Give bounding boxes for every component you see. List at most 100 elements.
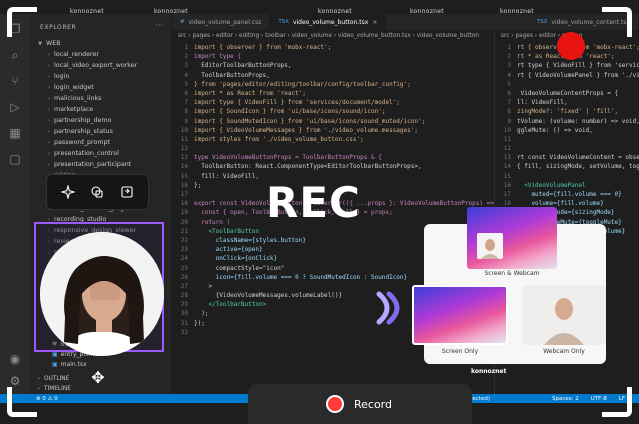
line-text: ggleMute: () => void, <box>517 126 593 134</box>
code-line: 12 <box>495 145 639 154</box>
watermark: konnoznet <box>410 8 444 15</box>
shape-switch-icon[interactable] <box>86 181 108 203</box>
chevron-down-icon: ▼ <box>38 40 42 47</box>
webcam-thumb <box>477 233 503 259</box>
line-text: type VideoVolumeButtonProps = ToolbarBut… <box>194 154 382 162</box>
settings-gear-icon[interactable]: ⚙ <box>8 374 22 388</box>
mode-screen-only[interactable] <box>412 285 508 345</box>
sparkle-effects-icon[interactable] <box>57 181 79 203</box>
code-line: 13 rt const VideoVolumeContent = obser <box>495 154 639 163</box>
code-line: 8 zingMode?: 'fixed' | 'fill', <box>495 108 639 117</box>
capture-corner-top-left <box>7 7 37 37</box>
move-handle-icon[interactable]: ✥ <box>89 369 107 387</box>
line-text: EditorToolbarButtonProps, <box>194 62 292 70</box>
tree-folder[interactable]: › partnership_demo <box>30 115 172 126</box>
line-number: 24 <box>180 255 188 263</box>
line-number: 25 <box>180 264 188 272</box>
tree-folder[interactable]: › local_renderer <box>30 49 172 60</box>
tree-folder-label: local_video_export_worker <box>54 62 138 69</box>
tree-folder-label: partnership_demo <box>54 117 112 124</box>
code-line: 1 import { observer } from 'mobx-react'; <box>172 44 494 53</box>
line-text: icon={fill.volume === 0 ? SoundMutedIcon… <box>194 273 408 281</box>
problems-status[interactable]: ⊗ 0 ⚠ 0 <box>36 396 58 402</box>
record-button-label: Record <box>353 397 392 411</box>
line-text: ); <box>194 310 209 318</box>
tree-folder[interactable]: › presentation_participant <box>30 159 172 170</box>
chevron-right-icon: › <box>38 386 40 392</box>
tree-folder[interactable]: › malicious_links <box>30 93 172 104</box>
line-text: }; <box>194 181 202 189</box>
line-number: 5 <box>507 80 511 88</box>
line-number: 16 <box>503 181 511 189</box>
line-text: {VideoVolumeMessages.volumeLabel()} <box>194 292 343 300</box>
line-number: 2 <box>184 53 188 61</box>
code-line: 14 ToolbarButton: React.ComponentType<Ed… <box>172 163 494 172</box>
extensions-icon[interactable]: ▦ <box>8 126 22 140</box>
recording-indicator-dot <box>557 32 585 60</box>
tab-video-volume-button-tsx[interactable]: TSX video_volume_button.tsx × <box>270 14 387 30</box>
line-number: 15 <box>503 172 511 180</box>
line-text: import { SoundMutedIcon } from 'ui/base/… <box>194 117 426 125</box>
line-number: 15 <box>180 172 188 180</box>
line-text: <ToolbarButton <box>194 227 260 235</box>
line-number: 17 <box>180 191 188 198</box>
line-text: VideoVolumeContentProps = { <box>517 89 619 97</box>
line-text: import { SoundIcon } from 'ui/base/icons… <box>194 108 386 116</box>
line-text: import * as React from 'react'; <box>194 89 306 97</box>
line-text: onClick={onClick} <box>194 255 278 263</box>
line-text: fill: VideoFill, <box>194 172 260 180</box>
remote-icon[interactable]: ▢ <box>8 152 22 166</box>
tree-folder[interactable]: › local_video_export_worker <box>30 60 172 71</box>
line-number: 18 <box>180 200 188 208</box>
line-number: 14 <box>180 163 188 171</box>
line-text: rt const VideoVolumeContent = obser <box>517 154 639 162</box>
tree-folder[interactable]: › login_widget <box>30 82 172 93</box>
run-debug-icon[interactable]: ▷ <box>8 100 22 114</box>
code-line: 5 <box>495 81 639 90</box>
indentation-status[interactable]: Spaces: 2 <box>552 396 579 402</box>
line-text: zingMode?: 'fixed' | 'fill', <box>517 108 619 116</box>
webcam-bubble[interactable] <box>40 232 164 356</box>
tree-root-web[interactable]: ▼ WEB <box>30 38 172 49</box>
line-text: active={open} <box>194 246 263 254</box>
mode-screen-webcam[interactable] <box>467 207 557 269</box>
line-number: 5 <box>184 80 188 88</box>
line-number: 6 <box>184 89 188 97</box>
line-number: 8 <box>507 108 511 116</box>
webcam-tool-popover <box>46 174 149 210</box>
activity-bar: ❐ ⌕ ⑂ ▷ ▦ ▢ ◉ ⚙ <box>0 14 30 394</box>
line-number: 2 <box>507 53 511 61</box>
line-text: compactStyle="icon" <box>194 264 285 272</box>
line-number: 19 <box>180 209 188 217</box>
tab-video-volume-panel-css[interactable]: # video_volume_panel.css <box>172 14 271 30</box>
tree-folder[interactable]: › marketplace <box>30 104 172 115</box>
close-tab-icon[interactable]: × <box>372 19 377 26</box>
breadcrumb[interactable]: src › pages › editor › editing › toolbar… <box>172 30 494 42</box>
line-number: 12 <box>180 145 188 153</box>
tree-folder-label: partnership_status <box>54 128 113 135</box>
more-actions-icon[interactable]: ··· <box>155 21 163 30</box>
code-line: 15 <box>495 173 639 182</box>
chevron-right-icon: › <box>48 62 50 69</box>
account-icon[interactable]: ◉ <box>8 352 22 366</box>
tree-folder-label: local_renderer <box>54 51 99 58</box>
line-number: 30 <box>180 310 188 318</box>
line-number: 21 <box>180 227 188 235</box>
webcam-selection-frame[interactable] <box>34 222 164 356</box>
file-main[interactable]: ▣ main.tsx <box>52 361 87 368</box>
line-text: }); <box>194 319 205 327</box>
code-line: 7 ll: VideoFill, <box>495 99 639 108</box>
record-button[interactable]: Record <box>248 384 472 424</box>
code-line: 4 rt { VideoVolumePanel } from './video <box>495 72 639 81</box>
mode-webcam-only[interactable] <box>522 285 606 345</box>
source-control-icon[interactable]: ⑂ <box>8 74 22 88</box>
tree-folder[interactable]: › password_prompt <box>30 137 172 148</box>
code-line: 11 import styles from './video_volume_but… <box>172 136 494 145</box>
swap-camera-icon[interactable] <box>116 181 138 203</box>
tree-folder[interactable]: › presentation_control <box>30 148 172 159</box>
tree-folder[interactable]: › login <box>30 71 172 82</box>
line-number: 11 <box>180 135 188 143</box>
search-icon[interactable]: ⌕ <box>8 48 22 62</box>
watermark: konnoznet <box>500 8 534 15</box>
tree-folder[interactable]: › partnership_status <box>30 126 172 137</box>
